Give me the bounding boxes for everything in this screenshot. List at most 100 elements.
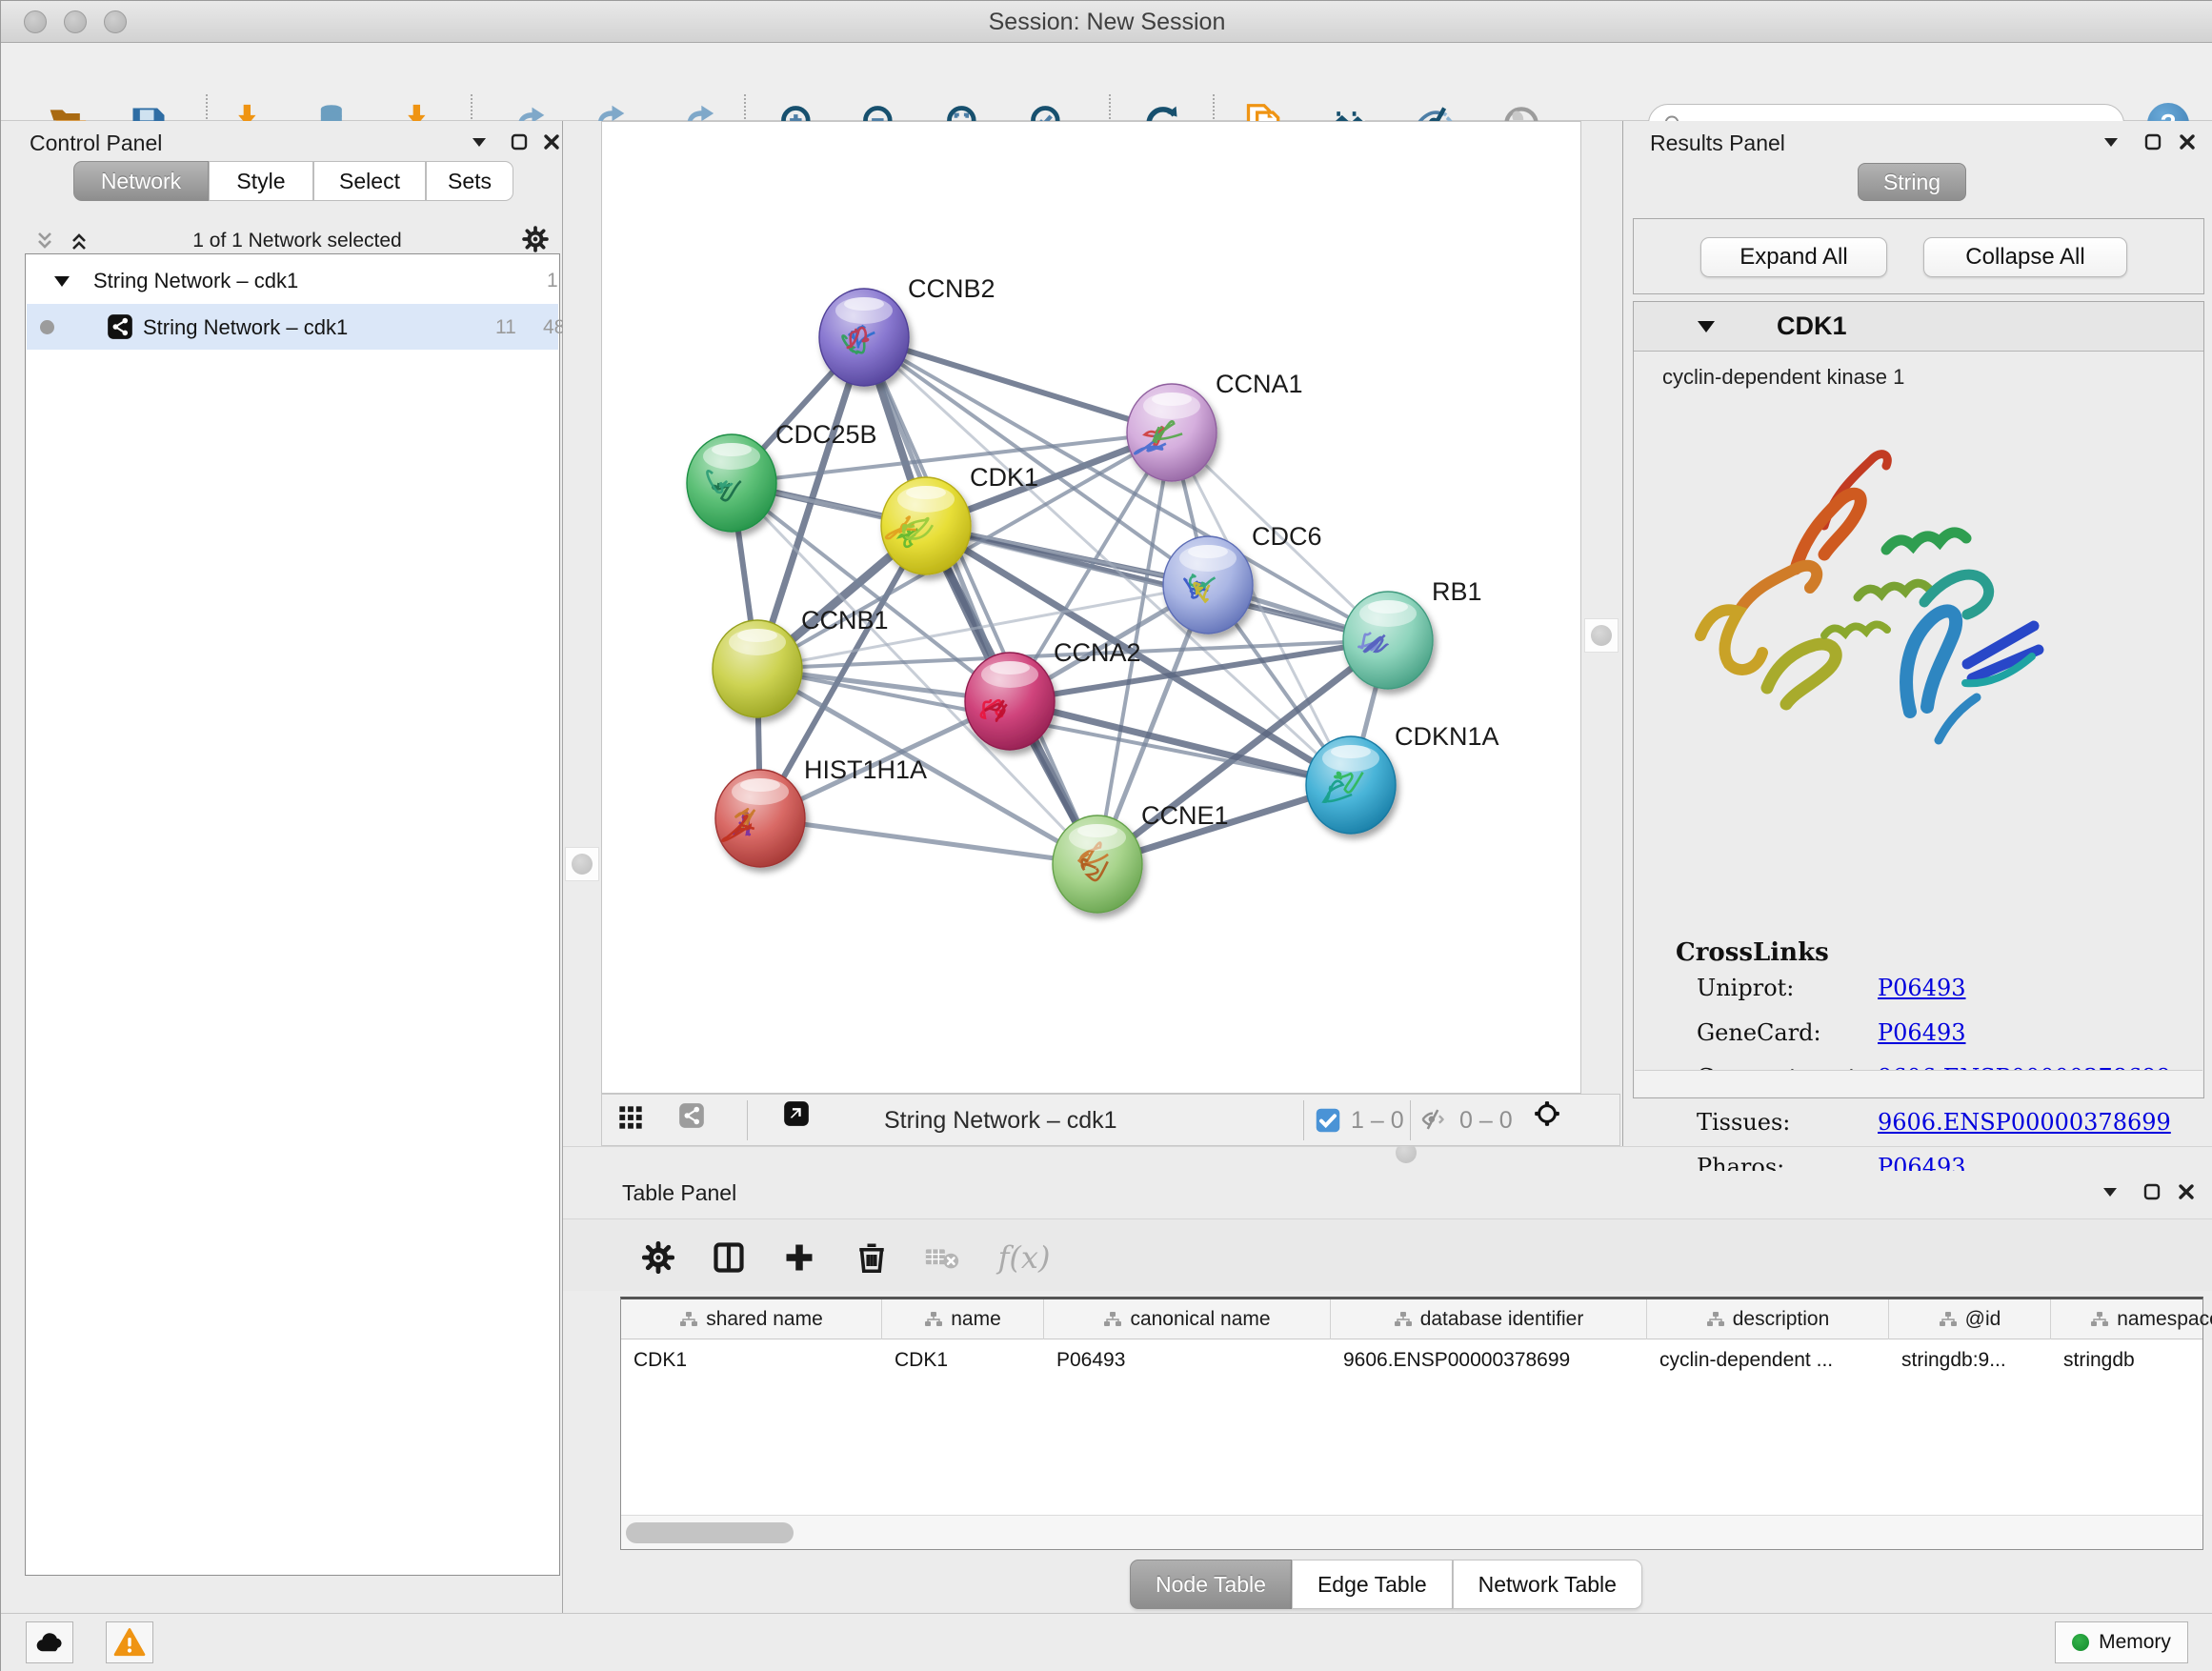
control-panel-float-icon[interactable] [466, 129, 493, 155]
column-header-name[interactable]: name [882, 1299, 1044, 1339]
selected-node-edge-counts: 1 – 0 [1351, 1107, 1404, 1135]
table-horizontal-scrollbar[interactable] [621, 1515, 2202, 1549]
view-toolbar-separator [1303, 1100, 1304, 1140]
node-label-CCNE1: CCNE1 [1141, 801, 1229, 830]
table-cell[interactable]: stringdb [2051, 1339, 2212, 1381]
collection-expander-icon[interactable] [53, 273, 70, 289]
network-canvas[interactable]: CCNB2CCNA1CDC25BCDK1CDC6RB1CCNB1CCNA2CDK… [601, 121, 1581, 1094]
results-panel-close-icon[interactable] [2174, 129, 2201, 155]
gene-details-box: CDK1 cyclin-dependent kinase 1 [1633, 301, 2204, 1098]
crosslink-link[interactable]: 9606.ENSP00000378699 [1878, 1109, 2171, 1136]
tab-node-table[interactable]: Node Table [1130, 1560, 1292, 1609]
crosslinks-title: CrossLinks [1676, 938, 1829, 967]
status-bar: Memory [1, 1613, 2212, 1671]
gene-section-header[interactable]: CDK1 [1634, 302, 2203, 352]
collapse-all-networks-icon[interactable] [31, 228, 58, 254]
show-columns-icon[interactable] [708, 1237, 750, 1278]
network-node-CCNE1[interactable] [1053, 815, 1142, 913]
crosslink-link[interactable]: P06493 [1878, 975, 1966, 1001]
tab-sets[interactable]: Sets [426, 161, 513, 201]
string-tab-label: String [1883, 170, 1941, 195]
network-collection-row[interactable]: String Network – cdk1 1 [27, 258, 558, 304]
column-header-namespace[interactable]: namespace [2051, 1299, 2212, 1339]
tab-style[interactable]: Style [209, 161, 313, 201]
network-node-count: 11 [495, 316, 516, 339]
delete-column-icon[interactable] [851, 1237, 893, 1278]
table-cell[interactable]: cyclin-dependent ... [1647, 1339, 1889, 1381]
node-label-CDC6: CDC6 [1252, 522, 1322, 551]
column-header-canonical-name[interactable]: canonical name [1044, 1299, 1331, 1339]
network-node-HIST1H1A[interactable] [715, 770, 805, 867]
crosslink-link[interactable]: P06493 [1878, 1019, 1966, 1046]
network-node-CDKN1A[interactable] [1306, 736, 1396, 834]
hidden-eye-icon [1419, 1106, 1446, 1133]
collapse-all-button[interactable]: Collapse All [1923, 237, 2127, 277]
network-node-CCNB1[interactable] [713, 620, 802, 717]
birdseye-view-icon[interactable] [783, 1100, 810, 1127]
add-column-icon[interactable] [778, 1237, 820, 1278]
cloud-button[interactable] [26, 1621, 73, 1663]
network-row-label: String Network – cdk1 [143, 315, 348, 340]
column-header-database-identifier[interactable]: database identifier [1331, 1299, 1647, 1339]
string-view-icon[interactable] [678, 1102, 705, 1129]
network-node-CCNB2[interactable] [819, 289, 909, 386]
right-splitter[interactable] [1581, 121, 1622, 1146]
control-panel-maximize-icon[interactable] [506, 129, 533, 155]
network-row[interactable]: String Network – cdk1 11 48 [27, 304, 558, 350]
network-node-CDK1[interactable] [881, 477, 971, 574]
expand-all-button[interactable]: Expand All [1700, 237, 1887, 277]
memory-button[interactable]: Memory [2055, 1621, 2188, 1663]
table-type-tabs: Node TableEdge TableNetwork Table [1130, 1560, 1642, 1609]
table-panel-close-icon[interactable] [2173, 1178, 2200, 1205]
window-title: Session: New Session [1, 1, 2212, 43]
gene-expander-icon[interactable] [1697, 319, 1716, 334]
results-panel: Results Panel String Expand All Collapse… [1622, 121, 2212, 1146]
network-node-CCNA2[interactable] [965, 653, 1055, 750]
network-options-gear-icon[interactable] [522, 226, 549, 252]
grid-view-icon[interactable] [617, 1104, 644, 1131]
table-toolbar: f(x) [563, 1218, 2212, 1291]
results-tab-string[interactable]: String [1858, 163, 1966, 201]
tab-select[interactable]: Select [313, 161, 426, 201]
tab-network-table[interactable]: Network Table [1453, 1560, 1642, 1609]
column-header-shared-name[interactable]: shared name [621, 1299, 882, 1339]
results-panel-maximize-icon[interactable] [2140, 129, 2166, 155]
tab-network[interactable]: Network [73, 161, 209, 201]
table-settings-gear-icon[interactable] [637, 1237, 679, 1278]
table-cell[interactable]: CDK1 [621, 1339, 882, 1381]
node-label-CCNB1: CCNB1 [801, 606, 889, 634]
column-header-@id[interactable]: @id [1889, 1299, 2051, 1339]
fx-label: f(x) [998, 1239, 1051, 1276]
table-cell[interactable]: 9606.ENSP00000378699 [1331, 1339, 1647, 1381]
table-panel-float-icon[interactable] [2097, 1178, 2123, 1205]
crosslink-label: Tissues: [1697, 1109, 1790, 1136]
table-cell[interactable]: CDK1 [882, 1339, 1044, 1381]
table-cell[interactable]: P06493 [1044, 1339, 1331, 1381]
results-panel-float-icon[interactable] [2098, 129, 2124, 155]
table-cell[interactable]: stringdb:9... [1889, 1339, 2051, 1381]
view-toolbar-separator [747, 1100, 748, 1140]
left-splitter-handle[interactable] [572, 854, 593, 875]
tab-edge-table[interactable]: Edge Table [1292, 1560, 1453, 1609]
cloud-icon [33, 1626, 66, 1659]
control-panel-close-icon[interactable] [538, 129, 565, 155]
table-panel-maximize-icon[interactable] [2139, 1178, 2165, 1205]
warnings-button[interactable] [106, 1621, 153, 1663]
warning-icon [113, 1626, 146, 1659]
results-scroll-strip[interactable] [1635, 1070, 2202, 1097]
expand-all-networks-icon[interactable] [66, 228, 92, 254]
right-splitter-handle[interactable] [1591, 625, 1612, 646]
left-splitter[interactable] [563, 121, 601, 1146]
network-node-CDC6[interactable] [1163, 536, 1253, 634]
column-header-description[interactable]: description [1647, 1299, 1889, 1339]
scrollbar-thumb[interactable] [626, 1522, 794, 1543]
results-actions-box: Expand All Collapse All [1633, 218, 2204, 294]
crosslink-label: GeneCard: [1697, 1019, 1821, 1046]
network-selector-status: 1 of 1 Network selected [126, 230, 469, 252]
network-node-CDC25B[interactable] [687, 434, 776, 532]
network-node-CCNA1[interactable] [1127, 384, 1217, 481]
fit-content-crosshair-icon[interactable] [1534, 1100, 1560, 1127]
network-node-RB1[interactable] [1343, 592, 1433, 689]
node-label-CCNA1: CCNA1 [1216, 370, 1303, 398]
selected-checkbox-icon[interactable] [1315, 1107, 1341, 1134]
